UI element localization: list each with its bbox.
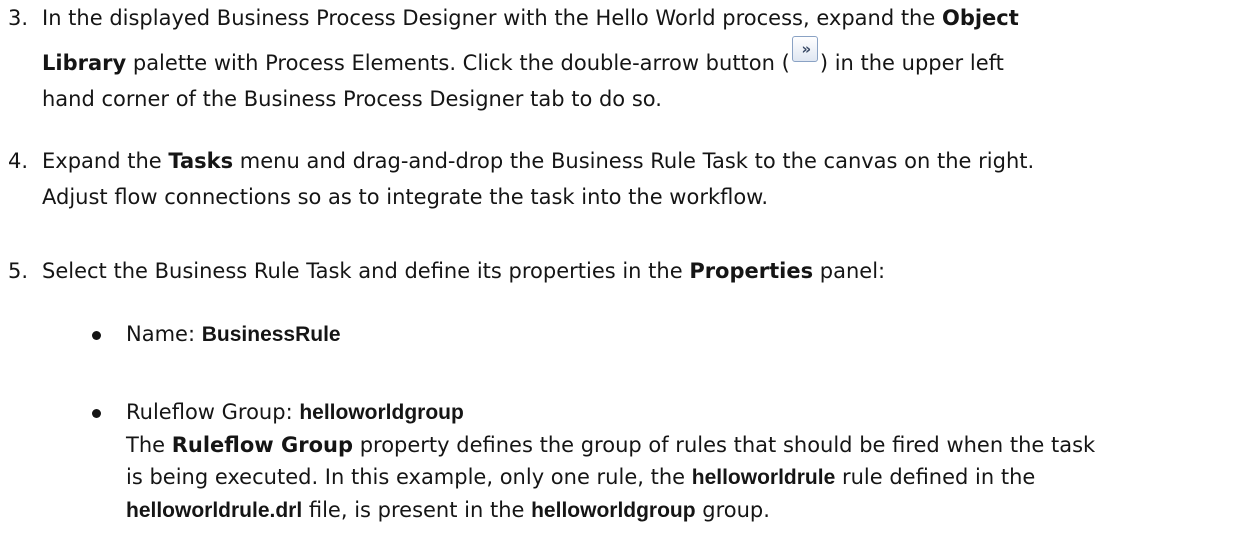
step-number: 4. <box>8 149 29 173</box>
text: property defines the group of rules that… <box>353 433 1096 457</box>
bullet-line: The Ruleflow Group property defines the … <box>126 429 1236 461</box>
bold-term: Tasks <box>168 149 234 173</box>
step-line: Adjust flow connections so as to integra… <box>42 181 1237 213</box>
bullet-dot <box>92 409 101 418</box>
text: palette with Process Elements. Click the… <box>126 51 790 75</box>
text: The <box>126 433 172 457</box>
bullet-line: Ruleflow Group: helloworldgroup <box>126 396 1236 429</box>
step-number: 3. <box>8 6 29 30</box>
bullet-text: Ruleflow Group: helloworldgroup The Rule… <box>126 396 1236 527</box>
text: ) in the upper left <box>819 51 1004 75</box>
bullet-line: helloworldrule.drl file, is present in t… <box>126 494 1236 527</box>
step-line: Select the Business Rule Task and define… <box>42 255 1237 287</box>
text: Select the Business Rule Task and define… <box>42 259 690 283</box>
text: Expand the <box>42 149 169 173</box>
step-text: In the displayed Business Process Design… <box>42 2 1237 115</box>
step-line: In the displayed Business Process Design… <box>42 2 1237 34</box>
property-label: Name <box>126 322 188 346</box>
bullet-dot <box>92 331 101 340</box>
bold-term: helloworldgroup <box>531 499 696 522</box>
separator: : <box>187 322 202 346</box>
text: hand corner of the Business Process Desi… <box>42 87 662 111</box>
property-value: BusinessRule <box>201 323 341 346</box>
bold-term: helloworldrule.drl <box>126 499 303 522</box>
text: menu and drag-and-drop the Business Rule… <box>233 149 1035 173</box>
step-text: Select the Business Rule Task and define… <box>42 255 1237 287</box>
text: Adjust flow connections so as to integra… <box>42 185 769 209</box>
text: In the displayed Business Process Design… <box>42 6 942 30</box>
step-text: Expand the Tasks menu and drag-and-drop … <box>42 145 1237 213</box>
bold-term: Ruleflow Group <box>171 433 354 457</box>
text: file, is present in the <box>302 498 532 522</box>
step-number: 5. <box>8 259 29 283</box>
bullet-text: Name: BusinessRule <box>126 318 1236 351</box>
bold-term: Library <box>42 51 127 75</box>
text: group. <box>695 498 770 522</box>
bold-term: helloworldrule <box>691 466 836 489</box>
separator: : <box>285 400 300 424</box>
step-line: hand corner of the Business Process Desi… <box>42 83 1237 115</box>
text: rule defined in the <box>835 465 1036 489</box>
bullet-line: is being executed. In this example, only… <box>126 461 1236 494</box>
text: is being executed. In this example, only… <box>126 465 692 489</box>
property-label: Ruleflow Group <box>126 400 286 424</box>
step-line: Expand the Tasks menu and drag-and-drop … <box>42 145 1237 177</box>
text: panel: <box>813 259 886 283</box>
bold-term: Properties <box>689 259 814 283</box>
property-value: helloworldgroup <box>299 401 464 424</box>
step-line: Library palette with Process Elements. C… <box>42 36 1237 79</box>
double-arrow-icon: » <box>791 36 818 62</box>
bold-term: Object <box>941 6 1019 30</box>
